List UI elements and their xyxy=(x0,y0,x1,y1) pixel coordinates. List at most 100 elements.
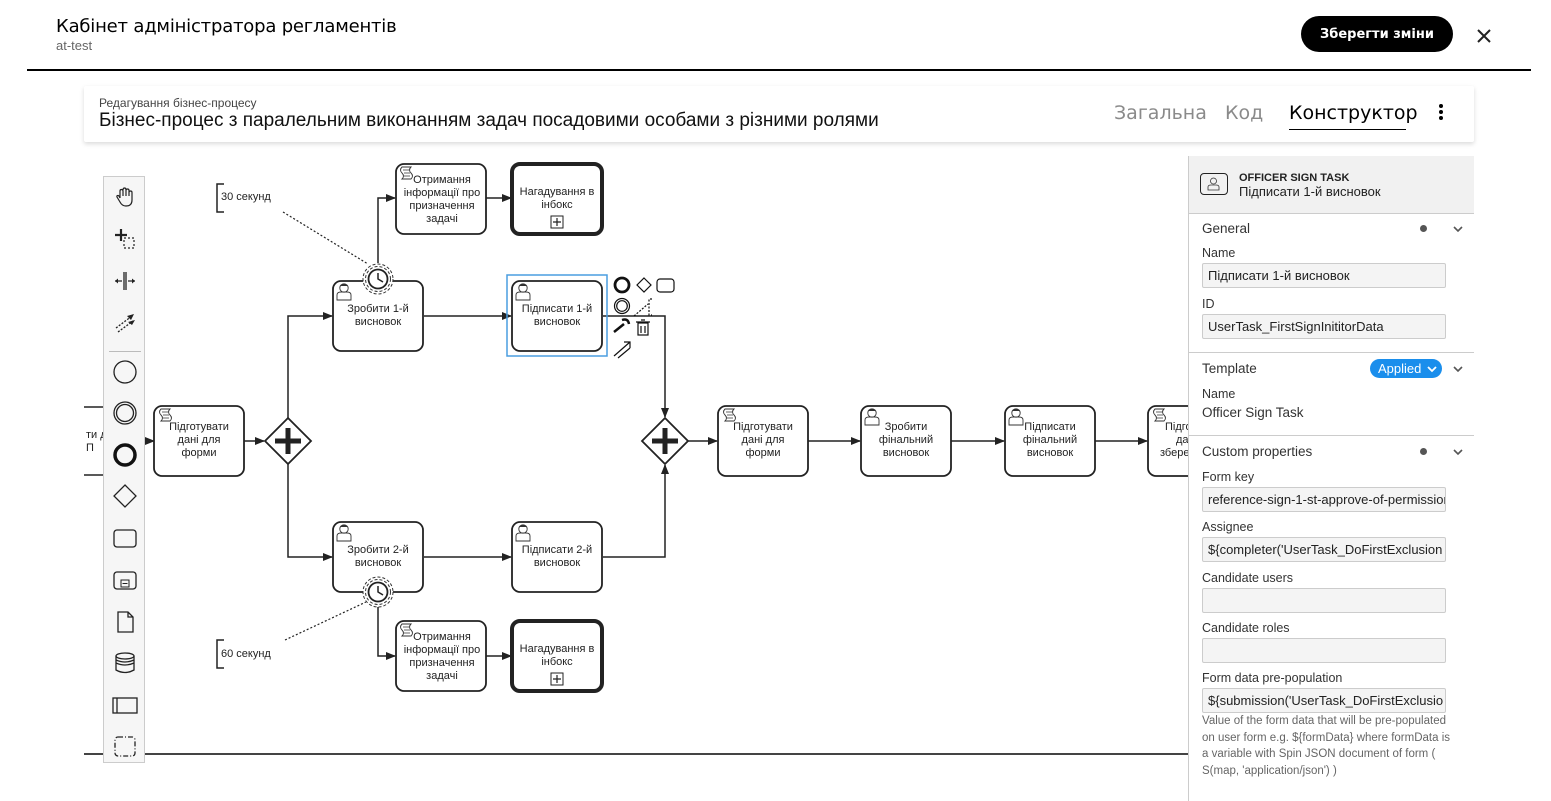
task-label: Підготувати xyxy=(733,421,793,433)
chevron-down-icon[interactable] xyxy=(1451,364,1465,374)
task-label: призначення xyxy=(409,200,474,212)
task-label: дані для xyxy=(178,434,221,446)
data-object-icon xyxy=(117,611,134,633)
data-store-icon xyxy=(115,652,135,674)
task-label: форми xyxy=(746,447,781,459)
group-divider xyxy=(1189,435,1474,436)
sequence-flow[interactable] xyxy=(603,315,669,418)
subprocess-icon xyxy=(113,571,137,590)
task-label: висновок xyxy=(534,557,581,569)
tool-palette xyxy=(103,176,145,763)
candidate-users-label: Candidate users xyxy=(1202,571,1294,585)
tab-constructor[interactable]: Конструктор xyxy=(1289,102,1418,124)
group-tool[interactable] xyxy=(110,731,140,761)
group-custom-title[interactable]: Custom properties xyxy=(1202,444,1312,459)
start-event-tool[interactable] xyxy=(110,357,140,387)
app-subtitle: at-test xyxy=(56,38,93,53)
timer-boundary-event-2[interactable] xyxy=(362,576,394,608)
call-activity-reminder-2[interactable]: Нагадування в інбокс xyxy=(510,619,604,693)
app-title: Кабінет адміністратора регламентів xyxy=(56,16,397,37)
partial-task-label-2: П xyxy=(86,442,94,454)
call-activity-reminder-1[interactable]: Нагадування в інбокс xyxy=(510,162,604,236)
task-prep-save-data[interactable]: Підго дан збере xyxy=(1147,405,1189,477)
task-label: інформації про xyxy=(404,644,481,656)
intermediate-event-icon xyxy=(113,401,137,425)
candidate-users-input[interactable] xyxy=(1202,588,1446,613)
append-task-icon[interactable] xyxy=(656,278,675,293)
space-tool[interactable] xyxy=(110,266,140,296)
task-info-assignment-1[interactable]: Отримання інформації про призначення зад… xyxy=(395,163,487,235)
association[interactable] xyxy=(284,601,367,641)
candidate-roles-input[interactable] xyxy=(1202,638,1446,663)
data-store-tool[interactable] xyxy=(110,648,140,678)
sequence-flow[interactable] xyxy=(287,464,333,561)
bpmn-canvas[interactable]: ти д П 30 секунд 60 секунд Підготувати д… xyxy=(0,150,1189,801)
group-divider xyxy=(1189,352,1474,353)
close-icon[interactable] xyxy=(1472,24,1496,48)
group-general-dot xyxy=(1420,225,1427,232)
task-label: інбокс xyxy=(541,656,573,668)
task-sign-conclusion-1-selected[interactable]: Підписати 1-й висновок xyxy=(506,274,608,357)
tab-code[interactable]: Код xyxy=(1225,102,1263,124)
task-label: висновок xyxy=(355,316,402,328)
gateway-tool[interactable] xyxy=(110,481,140,511)
prepopulation-input[interactable]: ${submission('UserTask_DoFirstExclusio xyxy=(1202,688,1446,713)
subprocess-tool[interactable] xyxy=(110,565,140,595)
task-prep-form-2[interactable]: Підготувати дані для форми xyxy=(717,405,809,477)
group-icon xyxy=(114,736,136,757)
chevron-down-icon[interactable] xyxy=(1451,447,1465,457)
connect-tool[interactable] xyxy=(110,308,140,338)
prepopulation-help: Value of the form data that will be pre-… xyxy=(1202,715,1450,777)
save-changes-button[interactable]: Зберегти зміни xyxy=(1301,16,1453,52)
id-input[interactable]: UserTask_FirstSignInititorData xyxy=(1202,314,1446,339)
append-annotation-icon[interactable] xyxy=(633,298,652,317)
sequence-flow[interactable] xyxy=(287,312,333,418)
form-key-input[interactable]: reference-sign-1-st-approve-of-permissio… xyxy=(1202,487,1446,512)
annotation-60s-text: 60 секунд xyxy=(221,648,271,660)
parallel-gateway-join[interactable] xyxy=(640,416,690,466)
task-tool[interactable] xyxy=(110,523,140,553)
name-input[interactable]: Підписати 1-й висновок xyxy=(1202,263,1446,288)
append-end-event-icon[interactable] xyxy=(613,276,631,294)
task-label: Зробити 1-й xyxy=(347,303,409,315)
task-label: висновок xyxy=(534,316,581,328)
group-general-title[interactable]: General xyxy=(1202,221,1250,236)
association[interactable] xyxy=(282,211,369,265)
sequence-flow[interactable] xyxy=(377,607,396,660)
sequence-flow[interactable] xyxy=(603,464,669,558)
task-label: Підписати 1-й xyxy=(522,303,592,315)
hand-tool[interactable] xyxy=(110,182,140,212)
user-task-icon xyxy=(1200,173,1228,195)
task-label: Нагадування в xyxy=(520,643,595,655)
process-card: Редагування бізнес-процесу Бізнес-процес… xyxy=(84,86,1474,142)
intermediate-event-tool[interactable] xyxy=(110,398,140,428)
task-label: Підготувати xyxy=(169,421,229,433)
task-prep-form-1[interactable]: Підготувати дані для форми xyxy=(153,405,245,477)
data-object-tool[interactable] xyxy=(110,607,140,637)
append-gateway-icon[interactable] xyxy=(636,277,652,293)
template-applied-badge[interactable]: Applied xyxy=(1370,359,1442,378)
task-sign-conclusion-2[interactable]: Підписати 2-й висновок xyxy=(511,521,603,593)
assignee-input[interactable]: ${completer('UserTask_DoFirstExclusion xyxy=(1202,537,1446,562)
task-label: Нагадування в xyxy=(520,186,595,198)
header-divider xyxy=(27,69,1531,71)
bpmn-diagram[interactable]: ти д П 30 секунд 60 секунд Підготувати д… xyxy=(0,150,1189,801)
task-do-final-conclusion[interactable]: Зробити фінальний висновок xyxy=(860,405,952,477)
sequence-flow[interactable] xyxy=(377,194,396,263)
pool-tool[interactable] xyxy=(110,690,140,720)
task-sign-final-conclusion[interactable]: Підписати фінальний висновок xyxy=(1004,405,1096,477)
kebab-menu-icon[interactable] xyxy=(1436,104,1446,124)
task-label: висновок xyxy=(883,447,930,459)
chevron-down-icon[interactable] xyxy=(1451,224,1465,234)
tab-general[interactable]: Загальна xyxy=(1114,102,1207,124)
timer-boundary-event-1[interactable] xyxy=(362,263,394,295)
group-template-title[interactable]: Template xyxy=(1202,361,1257,376)
id-label: ID xyxy=(1202,297,1215,311)
end-event-tool[interactable] xyxy=(110,440,140,470)
task-info-assignment-2[interactable]: Отримання інформації про призначення зад… xyxy=(395,620,487,692)
lasso-tool[interactable] xyxy=(110,224,140,254)
annotation-30s-text: 30 секунд xyxy=(221,191,271,203)
space-icon xyxy=(115,272,135,290)
hand-icon xyxy=(116,187,133,207)
parallel-gateway-split[interactable] xyxy=(263,416,313,466)
